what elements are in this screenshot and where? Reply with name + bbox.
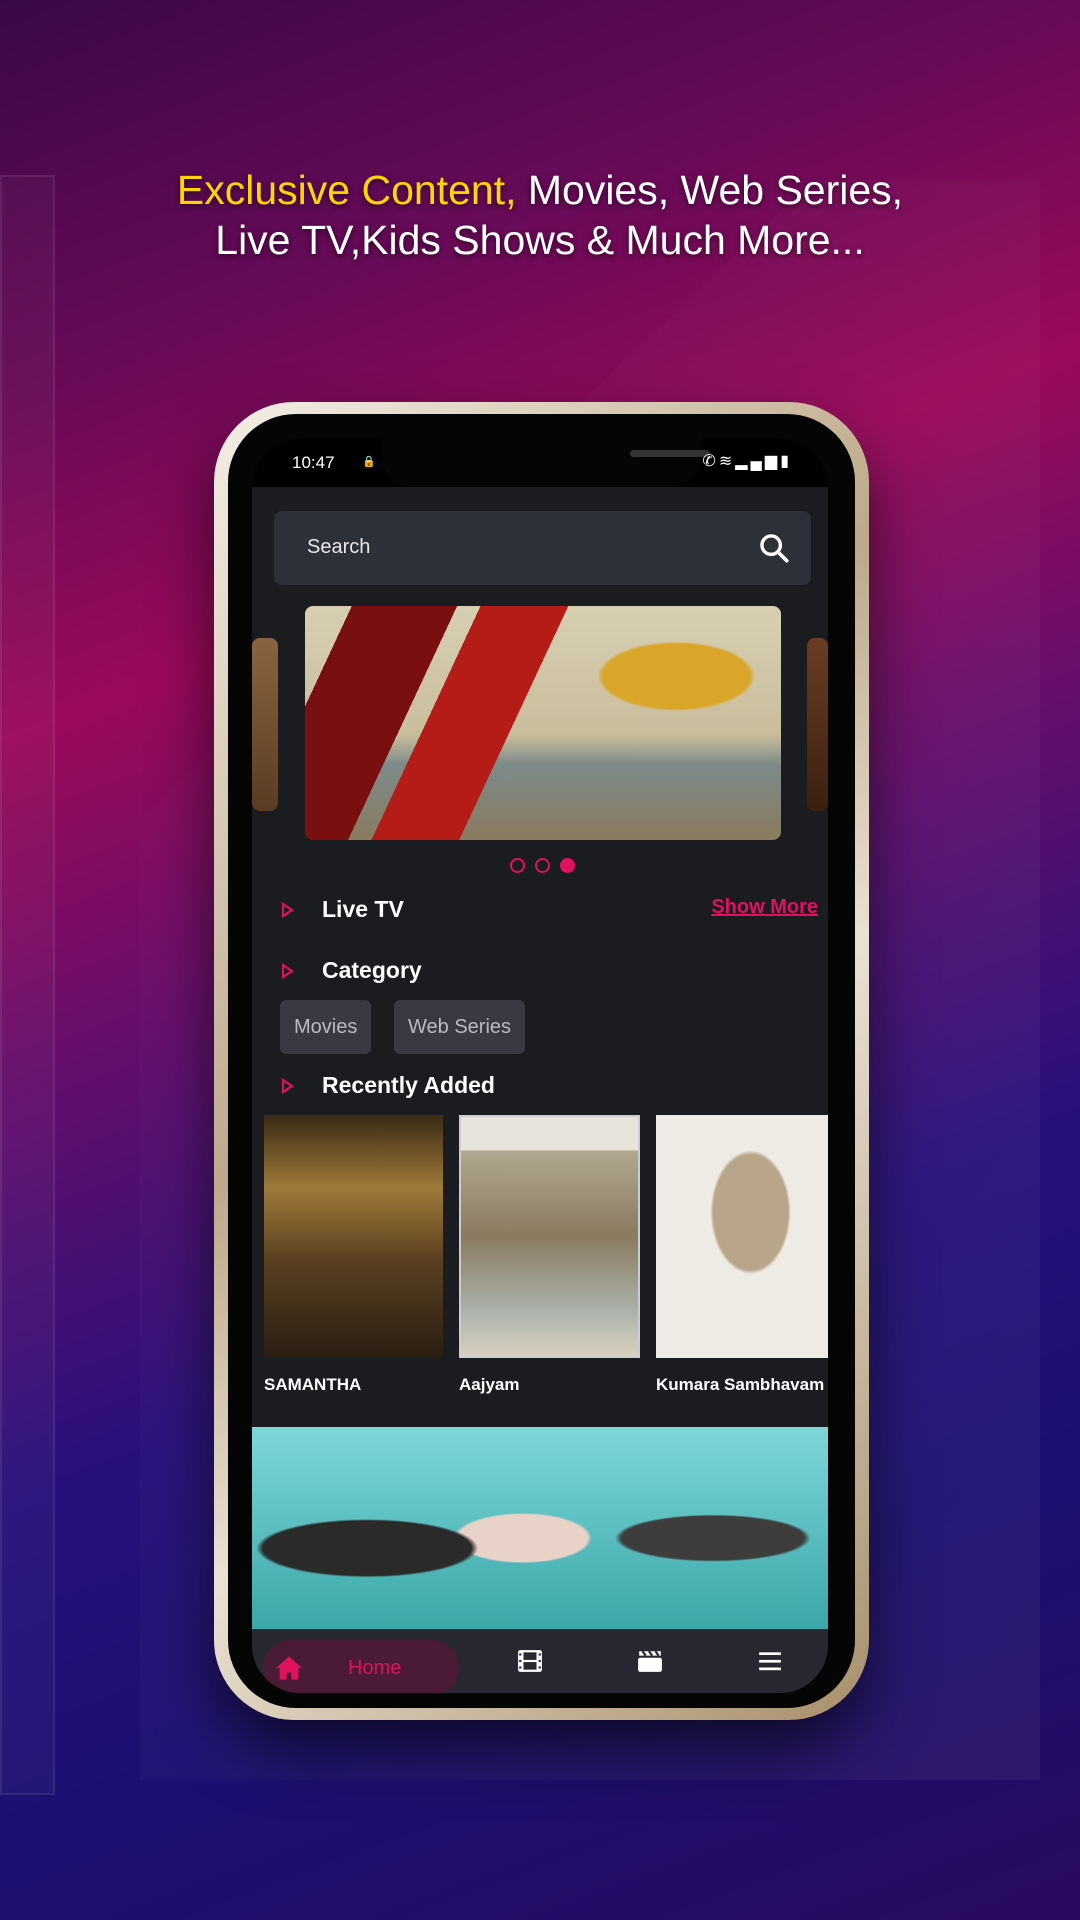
section-live-tv: Live TV bbox=[282, 896, 404, 923]
home-icon bbox=[276, 1656, 302, 1680]
bottom-nav: Home bbox=[252, 1629, 828, 1693]
featured-banner[interactable] bbox=[252, 1427, 828, 1629]
poster-samantha[interactable] bbox=[264, 1115, 443, 1358]
search-icon[interactable] bbox=[757, 531, 791, 565]
carousel-dot[interactable] bbox=[509, 858, 525, 873]
poster-title[interactable]: Kumara Sambhavam bbox=[656, 1375, 824, 1395]
carousel-dot-active[interactable] bbox=[559, 858, 575, 873]
lock-icon: 🔒 bbox=[362, 456, 376, 468]
menu-icon[interactable] bbox=[757, 1649, 783, 1673]
clapper-icon[interactable] bbox=[637, 1649, 663, 1673]
poster-kumara-sambhavam[interactable] bbox=[656, 1115, 828, 1358]
signal-icon: ▂▄▆ bbox=[735, 453, 781, 470]
nav-home[interactable]: Home bbox=[263, 1640, 459, 1693]
battery-icon: ▮ bbox=[780, 453, 792, 470]
poster-title[interactable]: SAMANTHA bbox=[264, 1375, 361, 1395]
status-icons: ✆≋▂▄▆▮ bbox=[702, 451, 792, 471]
section-recently-added: Recently Added bbox=[282, 1072, 495, 1099]
category-chip-web-series[interactable]: Web Series bbox=[394, 1000, 526, 1054]
show-more-link[interactable]: Show More bbox=[711, 896, 818, 919]
movies-icon[interactable] bbox=[517, 1649, 543, 1673]
app-screen: 10:47 🔒 ✆≋▂▄▆▮ Search Live TV Show More … bbox=[252, 438, 828, 1693]
section-category: Category bbox=[282, 957, 422, 984]
play-icon bbox=[282, 962, 294, 979]
play-icon bbox=[282, 901, 294, 918]
status-bar: 10:47 🔒 ✆≋▂▄▆▮ bbox=[252, 438, 828, 487]
wifi-icon: ≋ bbox=[718, 453, 736, 470]
play-icon bbox=[282, 1077, 294, 1094]
notch bbox=[382, 438, 710, 487]
poster-aajyam[interactable] bbox=[459, 1115, 640, 1358]
call-icon: ✆ bbox=[702, 453, 719, 470]
category-chip-movies[interactable]: Movies bbox=[280, 1000, 372, 1054]
promo-headline: Exclusive Content, Movies, Web Series, L… bbox=[176, 167, 904, 263]
carousel-next-card[interactable] bbox=[807, 638, 828, 811]
carousel-prev-card[interactable] bbox=[252, 638, 278, 811]
search-input[interactable]: Search bbox=[274, 511, 811, 585]
carousel-dot[interactable] bbox=[534, 858, 550, 873]
carousel-indicator bbox=[252, 858, 828, 873]
background-panel bbox=[0, 175, 55, 1795]
poster-title[interactable]: Aajyam bbox=[459, 1375, 519, 1395]
carousel-banner[interactable] bbox=[305, 606, 781, 840]
